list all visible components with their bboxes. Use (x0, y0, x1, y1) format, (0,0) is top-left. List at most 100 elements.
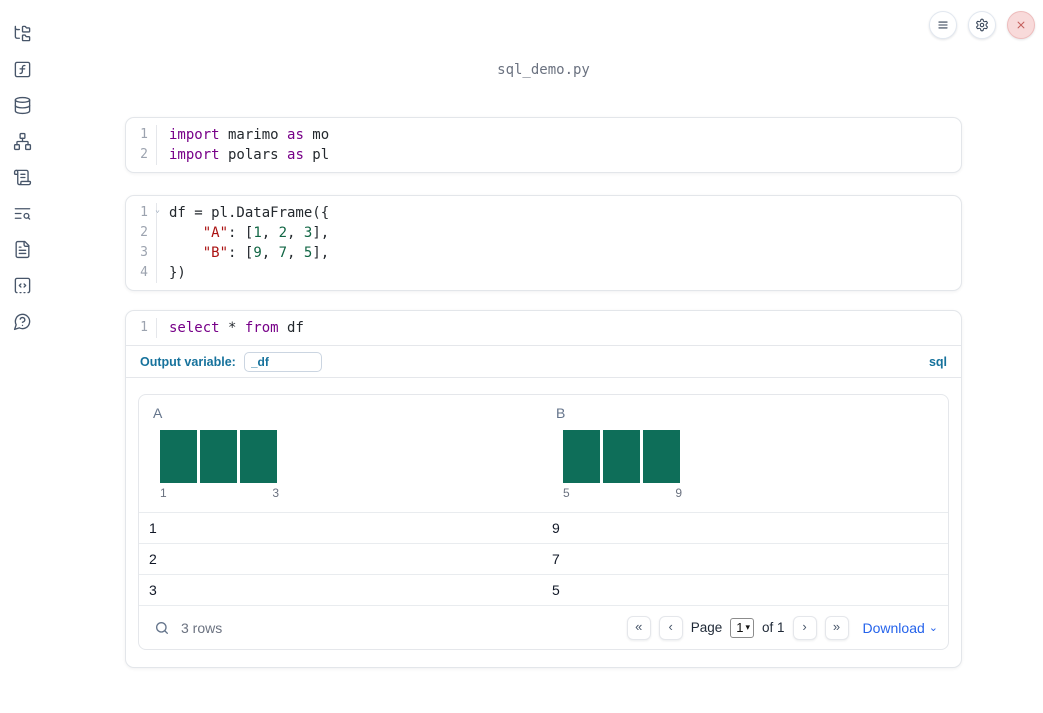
output-variable-input[interactable] (243, 351, 322, 372)
line-number: 1 (140, 320, 148, 335)
search-icon (156, 621, 168, 634)
code-content: import marimo as mo (156, 125, 961, 145)
logs-scroll-icon[interactable] (13, 168, 32, 187)
variables-function-icon[interactable] (13, 60, 32, 79)
fold-chevron-icon[interactable]: ⌄ (155, 206, 160, 214)
code-content: select * from df (156, 318, 961, 338)
column-header-label[interactable]: A (153, 405, 542, 421)
code-content: "A": [1, 2, 3], (156, 223, 961, 243)
code-token: ], (312, 225, 330, 241)
language-badge: sql (928, 354, 947, 369)
datasources-database-icon[interactable] (13, 96, 32, 115)
last-page-button[interactable]: » (824, 615, 849, 640)
histogram-bar (563, 430, 600, 483)
code-line: 2 import polars as pl (126, 145, 961, 165)
code-token: 2 (278, 225, 288, 241)
column-header-label[interactable]: B (556, 405, 948, 421)
first-page-button[interactable]: « (626, 615, 651, 640)
help-question-icon[interactable] (13, 312, 32, 331)
gear-icon (976, 18, 988, 32)
search-button[interactable] (153, 619, 171, 637)
code-token: 1 (253, 225, 262, 241)
sql-options-bar: Output variable: sql (126, 345, 961, 377)
histogram-tick-max: 9 (675, 486, 682, 500)
code-line: 2 "A": [1, 2, 3], (126, 223, 961, 243)
snippets-code-icon[interactable] (13, 276, 32, 295)
code-token: as (287, 147, 304, 163)
code-token: marimo (219, 127, 288, 143)
table-row: 2 7 (139, 543, 948, 574)
download-button[interactable]: Download ⌄ (863, 620, 938, 636)
page-label: Page (690, 620, 723, 635)
table-cell: 2 (149, 551, 157, 567)
code-token: df (278, 320, 304, 336)
code-token: from (244, 320, 279, 336)
marimo-app: sql_demo.py 1 import marimo as mo 2 impo… (0, 0, 1043, 713)
cell-output: A 1 3 B 5 9 1 9 2 7 3 5 3 rows « ‹ Page … (126, 377, 961, 667)
table-row: 3 5 (139, 574, 948, 605)
code-token: }) (169, 265, 186, 281)
column-header-a: A 1 3 (139, 405, 542, 500)
code-token: pl (303, 147, 330, 163)
documentation-file-icon[interactable] (13, 240, 32, 259)
settings-button[interactable] (968, 11, 996, 39)
code-token: , (261, 245, 279, 261)
line-number: 1 (140, 127, 148, 142)
chevron-right-icon: › (802, 619, 807, 634)
code-editor[interactable]: 1 import marimo as mo 2 import polars as… (126, 118, 961, 172)
code-token: , (261, 225, 279, 241)
close-icon (1017, 21, 1025, 29)
page-total-label: of 1 (761, 620, 785, 635)
code-token: select (169, 320, 220, 336)
line-number: 3 (140, 245, 148, 260)
code-token: 9 (253, 245, 262, 261)
histogram-bar (603, 430, 640, 483)
table-cell: 7 (552, 551, 560, 567)
table-cell: 3 (149, 582, 157, 598)
histogram-bar (200, 430, 237, 483)
helper-panel-sidebar (0, 0, 44, 713)
histogram-bar (643, 430, 680, 483)
histogram-tick-min: 5 (563, 486, 570, 500)
shutdown-button[interactable] (1007, 11, 1035, 39)
code-token: "A" (202, 225, 229, 241)
code-cell-imports: 1 import marimo as mo 2 import polars as… (125, 117, 962, 173)
dataframe-table: A 1 3 B 5 9 1 9 2 7 3 5 3 rows « ‹ Page … (138, 394, 949, 650)
page-select-value: 1 (736, 620, 744, 635)
code-token: as (287, 127, 304, 143)
code-content: import polars as pl (156, 145, 961, 165)
code-editor[interactable]: 1 ⌄ df = pl.DataFrame({ 2 "A": [1, 2, 3],… (126, 196, 961, 290)
dependency-graph-icon[interactable] (13, 132, 32, 151)
next-page-button[interactable]: › (792, 615, 817, 640)
line-number: 2 (140, 147, 148, 162)
chevrons-right-icon: » (832, 619, 841, 634)
column-histogram: 1 3 (160, 430, 279, 500)
sql-editor[interactable]: 1 select * from df (126, 311, 961, 345)
histogram-tick-min: 1 (160, 486, 167, 500)
histogram-bar (240, 430, 277, 483)
table-header-row: A 1 3 B 5 9 (139, 395, 948, 512)
outline-search-icon[interactable] (13, 204, 32, 223)
code-token: : [ (228, 225, 254, 241)
prev-page-button[interactable]: ‹ (658, 615, 683, 640)
code-token: ], (312, 245, 330, 261)
table-cell: 1 (149, 520, 157, 536)
code-line: 1 select * from df (126, 318, 961, 338)
code-token: "B" (202, 245, 229, 261)
notebook-main: sql_demo.py 1 import marimo as mo 2 impo… (125, 0, 962, 668)
file-tree-icon[interactable] (13, 24, 32, 43)
code-token: , (287, 225, 304, 241)
page-select[interactable]: 1 ▾ (730, 617, 754, 638)
download-label: Download (862, 619, 925, 636)
code-content: }) (156, 263, 961, 283)
row-count: 3 rows (181, 619, 223, 636)
chevrons-left-icon: « (635, 619, 643, 634)
code-line: 1 ⌄ df = pl.DataFrame({ (126, 203, 961, 223)
notebook-filename: sql_demo.py (497, 62, 590, 78)
code-line: 4 }) (126, 263, 961, 283)
table-cell: 5 (552, 582, 560, 598)
histogram-bar (160, 430, 197, 483)
table-footer: 3 rows « ‹ Page 1 ▾ of 1 › » Download ⌄ (139, 605, 948, 649)
